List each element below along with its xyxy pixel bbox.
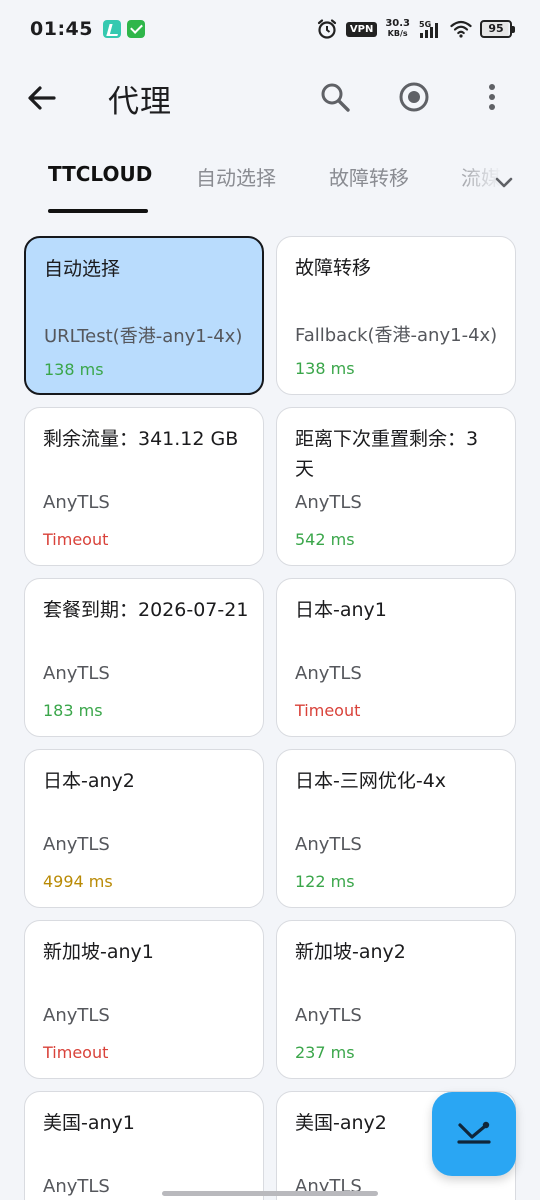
proxy-type: AnyTLS — [43, 663, 110, 684]
wifi-icon — [450, 20, 472, 38]
net-speed-value: 30.3 — [385, 18, 410, 29]
proxy-delay: 4994 ms — [43, 872, 113, 891]
proxy-card[interactable]: 日本-any2 AnyTLS 4994 ms — [24, 749, 264, 908]
proxy-delay: Timeout — [295, 701, 361, 720]
home-indicator — [162, 1191, 378, 1196]
proxy-card[interactable]: 新加坡-any1 AnyTLS Timeout — [24, 920, 264, 1079]
proxy-type: AnyTLS — [295, 492, 362, 513]
svg-text:5G: 5G — [419, 20, 431, 29]
search-icon[interactable] — [318, 80, 352, 114]
proxy-name: 套餐到期：2026-07-21 — [43, 599, 249, 621]
proxy-name: 新加坡-any1 — [43, 941, 154, 963]
proxy-card[interactable]: 故障转移 Fallback(香港-any1-4x) 138 ms — [276, 236, 516, 395]
download-notification-icon — [126, 20, 145, 38]
proxy-name: 自动选择 — [44, 258, 121, 280]
proxy-type: AnyTLS — [43, 492, 110, 513]
proxy-type: AnyTLS — [43, 1005, 110, 1026]
page-title: 代理 — [108, 84, 172, 120]
proxy-name: 美国-any1 — [43, 1112, 135, 1134]
app-bar: 代理 — [0, 58, 540, 142]
proxy-name: 剩余流量：341.12 GB — [43, 428, 239, 450]
proxy-name: 日本-any1 — [295, 599, 387, 621]
proxy-card[interactable]: 新加坡-any2 AnyTLS 237 ms — [276, 920, 516, 1079]
status-bar: 01:45 VPN 30.3 KB/s 5G 95 — [0, 0, 540, 58]
vpn-indicator: VPN — [345, 21, 378, 37]
notification-icons — [102, 20, 145, 38]
tab-auto-select[interactable]: 自动选择 — [196, 162, 276, 191]
cellular-signal-icon: 5G — [419, 20, 438, 38]
app-notification-icon — [102, 20, 121, 38]
proxy-delay: Timeout — [43, 1043, 109, 1062]
latency-test-button[interactable] — [432, 1092, 516, 1176]
proxy-name: 距离下次重置剩余：3 天 — [295, 428, 479, 480]
proxy-type: AnyTLS — [295, 1005, 362, 1026]
proxy-delay: 138 ms — [44, 360, 104, 379]
latency-test-icon — [457, 1121, 491, 1144]
tab-active-indicator — [48, 209, 148, 213]
more-vertical-icon[interactable] — [478, 79, 506, 115]
proxy-delay: 237 ms — [295, 1043, 355, 1062]
proxy-type: URLTest(香港-any1-4x) — [44, 326, 243, 347]
proxy-type: AnyTLS — [295, 834, 362, 855]
chevron-down-icon[interactable] — [490, 168, 518, 196]
battery-indicator: 95 — [480, 20, 515, 38]
proxy-delay: 542 ms — [295, 530, 355, 549]
proxy-card[interactable]: 日本-any1 AnyTLS Timeout — [276, 578, 516, 737]
back-arrow-icon[interactable] — [24, 80, 60, 116]
tab-fallback[interactable]: 故障转移 — [329, 162, 409, 191]
target-icon[interactable] — [396, 79, 432, 115]
tabs-scroll-area: TTCLOUD 自动选择 故障转移 流媒 — [0, 150, 512, 214]
proxy-type: AnyTLS — [295, 663, 362, 684]
proxy-type: AnyTLS — [43, 834, 110, 855]
proxy-name: 日本-any2 — [43, 770, 135, 792]
proxy-delay: 183 ms — [43, 701, 103, 720]
proxy-card[interactable]: 美国-any1 AnyTLS — [24, 1091, 264, 1200]
proxy-delay: Timeout — [43, 530, 109, 549]
proxy-name: 故障转移 — [295, 257, 372, 279]
proxy-card[interactable]: 自动选择 URLTest(香港-any1-4x) 138 ms — [24, 236, 264, 395]
proxy-card[interactable]: 距离下次重置剩余：3 天 AnyTLS 542 ms — [276, 407, 516, 566]
group-tabs: TTCLOUD 自动选择 故障转移 流媒 — [0, 150, 540, 214]
proxy-type: Fallback(香港-any1-4x) — [295, 325, 498, 346]
proxy-card[interactable]: 日本-三网优化-4x AnyTLS 122 ms — [276, 749, 516, 908]
proxy-delay: 122 ms — [295, 872, 355, 891]
proxy-name: 新加坡-any2 — [295, 941, 406, 963]
tab-ttcloud[interactable]: TTCLOUD — [48, 162, 152, 186]
net-speed-unit: KB/s — [387, 29, 408, 38]
proxy-card[interactable]: 剩余流量：341.12 GB AnyTLS Timeout — [24, 407, 264, 566]
network-speed: 30.3 KB/s — [385, 19, 410, 39]
proxy-delay: 138 ms — [295, 359, 355, 378]
proxy-name: 日本-三网优化-4x — [295, 770, 447, 792]
status-indicators: VPN 30.3 KB/s 5G 95 — [316, 18, 515, 40]
status-time: 01:45 — [30, 18, 93, 40]
proxy-card[interactable]: 套餐到期：2026-07-21 AnyTLS 183 ms — [24, 578, 264, 737]
alarm-icon — [317, 19, 336, 39]
